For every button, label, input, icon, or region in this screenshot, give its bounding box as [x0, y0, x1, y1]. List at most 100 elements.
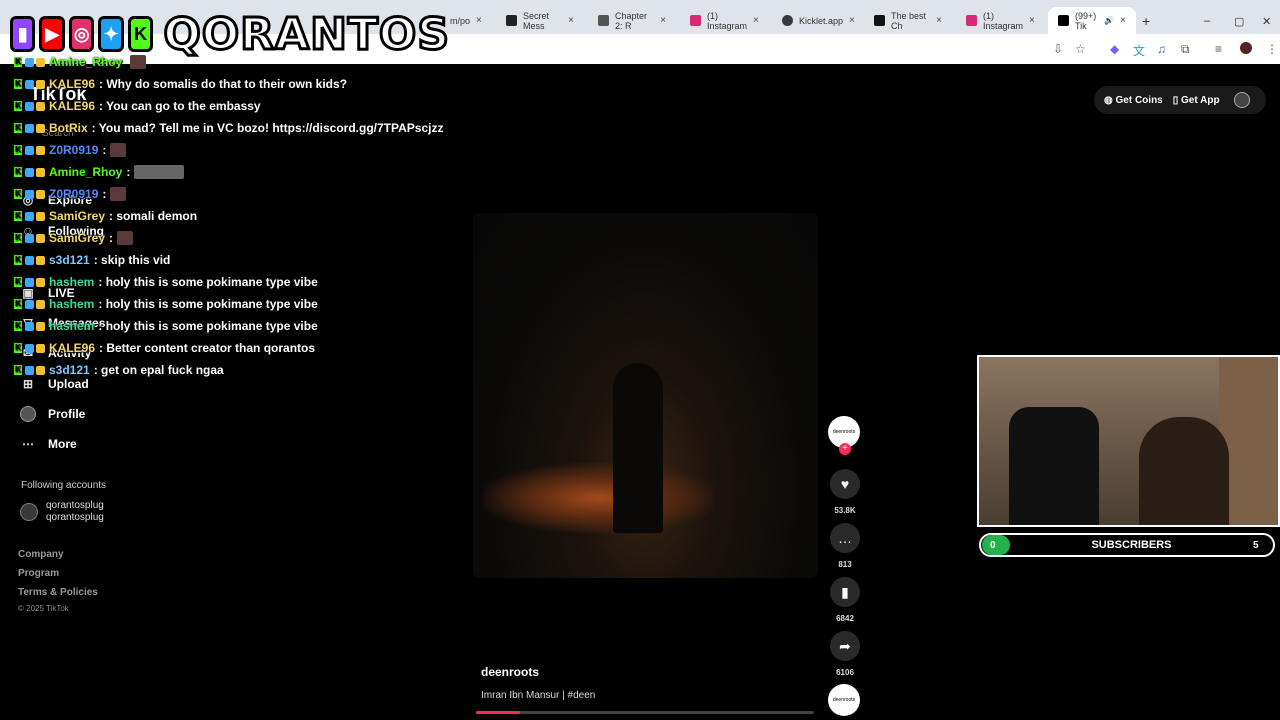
- bookmark-icon[interactable]: ▮: [830, 577, 860, 607]
- close-icon[interactable]: ×: [936, 15, 942, 26]
- chat-line: Khashem: holy this is some pokimane type…: [14, 316, 318, 336]
- user-badges: [25, 321, 45, 331]
- chat-line: Ks3d121: get on epal fuck ngaa: [14, 360, 224, 380]
- new-tab-button[interactable]: +: [1142, 13, 1150, 29]
- account-username: qorantosplug: [46, 500, 104, 511]
- badge-icon: [25, 57, 34, 67]
- tab-tiktok-active[interactable]: (99+) Tik 🔊 ×: [1048, 7, 1136, 34]
- chat-username[interactable]: hashem: [49, 319, 94, 333]
- video-player[interactable]: [473, 213, 818, 578]
- get-coins-button[interactable]: ◍ Get Coins: [1104, 95, 1163, 106]
- chat-username[interactable]: Amine_Rhoy: [49, 165, 122, 179]
- tab-label: (99+) Tik: [1075, 10, 1097, 31]
- chat-username[interactable]: KALE96: [49, 341, 95, 355]
- chat-username[interactable]: SamiGrey: [49, 231, 105, 245]
- footer-company-link[interactable]: Company: [18, 549, 64, 560]
- chat-username[interactable]: Amine_Rhoy: [49, 55, 122, 69]
- close-icon[interactable]: ×: [1120, 15, 1126, 26]
- music-disc-avatar[interactable]: deenroots: [828, 684, 860, 716]
- badge-icon: [36, 79, 45, 89]
- like-heart-icon[interactable]: ♥: [830, 469, 860, 499]
- chat-username[interactable]: Z0R0919: [49, 143, 98, 157]
- maximize-button[interactable]: ▢: [1234, 15, 1244, 28]
- chat-username[interactable]: KALE96: [49, 99, 95, 113]
- badge-icon: [36, 255, 45, 265]
- audio-icon[interactable]: ♫: [1157, 42, 1166, 56]
- chat-username[interactable]: s3d121: [49, 363, 90, 377]
- footer-terms-link[interactable]: Terms & Policies: [18, 587, 98, 598]
- chat-line: K Amine_Rhoy: [14, 52, 147, 72]
- tab-2[interactable]: Secret Mess ×: [496, 7, 584, 34]
- close-icon[interactable]: ×: [660, 15, 666, 26]
- extension-icon[interactable]: ◆: [1110, 42, 1119, 56]
- badge-icon: [25, 343, 34, 353]
- badge-icon: [36, 365, 45, 375]
- tab-5[interactable]: Kicklet.app ×: [772, 7, 860, 34]
- video-author[interactable]: deenroots: [481, 665, 539, 679]
- chat-username[interactable]: BotRix: [49, 121, 88, 135]
- badge-icon: [36, 189, 45, 199]
- chat-username[interactable]: Z0R0919: [49, 187, 98, 201]
- minimize-button[interactable]: –: [1204, 15, 1210, 27]
- kebab-menu-icon[interactable]: ⋮: [1266, 42, 1278, 56]
- tab-4[interactable]: (1) Instagram ×: [680, 7, 768, 34]
- close-window-button[interactable]: ✕: [1262, 15, 1271, 28]
- badge-icon: [36, 211, 45, 221]
- chat-message: :: [102, 143, 107, 157]
- star-icon[interactable]: ☆: [1075, 42, 1086, 56]
- share-icon[interactable]: ➦: [830, 631, 860, 661]
- close-icon[interactable]: ×: [476, 15, 482, 26]
- tab-label: Kicklet.app: [799, 15, 844, 26]
- sidebar-item-profile[interactable]: Profile: [20, 406, 85, 422]
- get-app-button[interactable]: ▯ Get App: [1173, 95, 1220, 106]
- save-count: 6842: [836, 614, 854, 623]
- kick-badge-icon: K: [14, 123, 22, 133]
- puzzle-icon[interactable]: ⧉: [1181, 42, 1190, 57]
- kick-badge-icon: K: [14, 277, 22, 287]
- close-icon[interactable]: ×: [568, 15, 574, 26]
- copyright-text: © 2025 TikTok: [18, 604, 69, 613]
- badge-icon: [36, 277, 45, 287]
- close-icon[interactable]: ×: [849, 15, 855, 26]
- media-icon[interactable]: ≡: [1215, 42, 1222, 56]
- install-icon[interactable]: ⇩: [1053, 42, 1063, 56]
- get-app-label: Get App: [1181, 94, 1220, 106]
- following-accounts-title: Following accounts: [21, 480, 107, 491]
- comment-icon[interactable]: …: [830, 523, 860, 553]
- account-display-name: qorantosplug: [46, 512, 104, 523]
- video-progress-bar[interactable]: [476, 711, 814, 714]
- following-account-item[interactable]: qorantosplug qorantosplug: [20, 500, 104, 524]
- user-badges: [25, 167, 45, 177]
- chat-message: : Better content creator than qorantos: [99, 341, 316, 355]
- speaker-icon[interactable]: 🔊: [1104, 16, 1114, 25]
- chat-message: : holy this is some pokimane type vibe: [98, 275, 318, 289]
- chat-username[interactable]: KALE96: [49, 77, 95, 91]
- subs-goal: 5: [1253, 539, 1259, 551]
- subs-label: SUBSCRIBERS: [1091, 539, 1172, 551]
- chat-username[interactable]: SamiGrey: [49, 209, 105, 223]
- chat-emote: [110, 187, 127, 201]
- tab-6[interactable]: The best Ch ×: [864, 7, 952, 34]
- translate-icon[interactable]: 文: [1133, 42, 1145, 59]
- close-icon[interactable]: ×: [753, 15, 759, 26]
- tab-7[interactable]: (1) Instagram ×: [956, 7, 1044, 34]
- tab-3[interactable]: Chapter 2: R ×: [588, 7, 676, 34]
- chat-username[interactable]: s3d121: [49, 253, 90, 267]
- sidebar-item-more[interactable]: ⋯ More: [20, 437, 77, 451]
- like-count: 53.8K: [834, 506, 856, 515]
- chat-emote: [134, 165, 185, 179]
- user-badges: [25, 299, 45, 309]
- kick-badge-icon: K: [14, 299, 22, 309]
- more-dots-icon: ⋯: [22, 437, 34, 451]
- avatar[interactable]: [1233, 92, 1250, 108]
- profile-avatar-icon[interactable]: [1240, 42, 1252, 54]
- footer-program-link[interactable]: Program: [18, 568, 59, 579]
- badge-icon: [25, 211, 34, 221]
- chat-username[interactable]: hashem: [49, 275, 94, 289]
- close-icon[interactable]: ×: [1029, 15, 1035, 26]
- chat-line: Khashem: holy this is some pokimane type…: [14, 294, 318, 314]
- instagram-icon: [966, 15, 977, 26]
- follow-plus-icon[interactable]: +: [839, 443, 851, 455]
- chat-message: : Why do somalis do that to their own ki…: [99, 77, 348, 91]
- chat-username[interactable]: hashem: [49, 297, 94, 311]
